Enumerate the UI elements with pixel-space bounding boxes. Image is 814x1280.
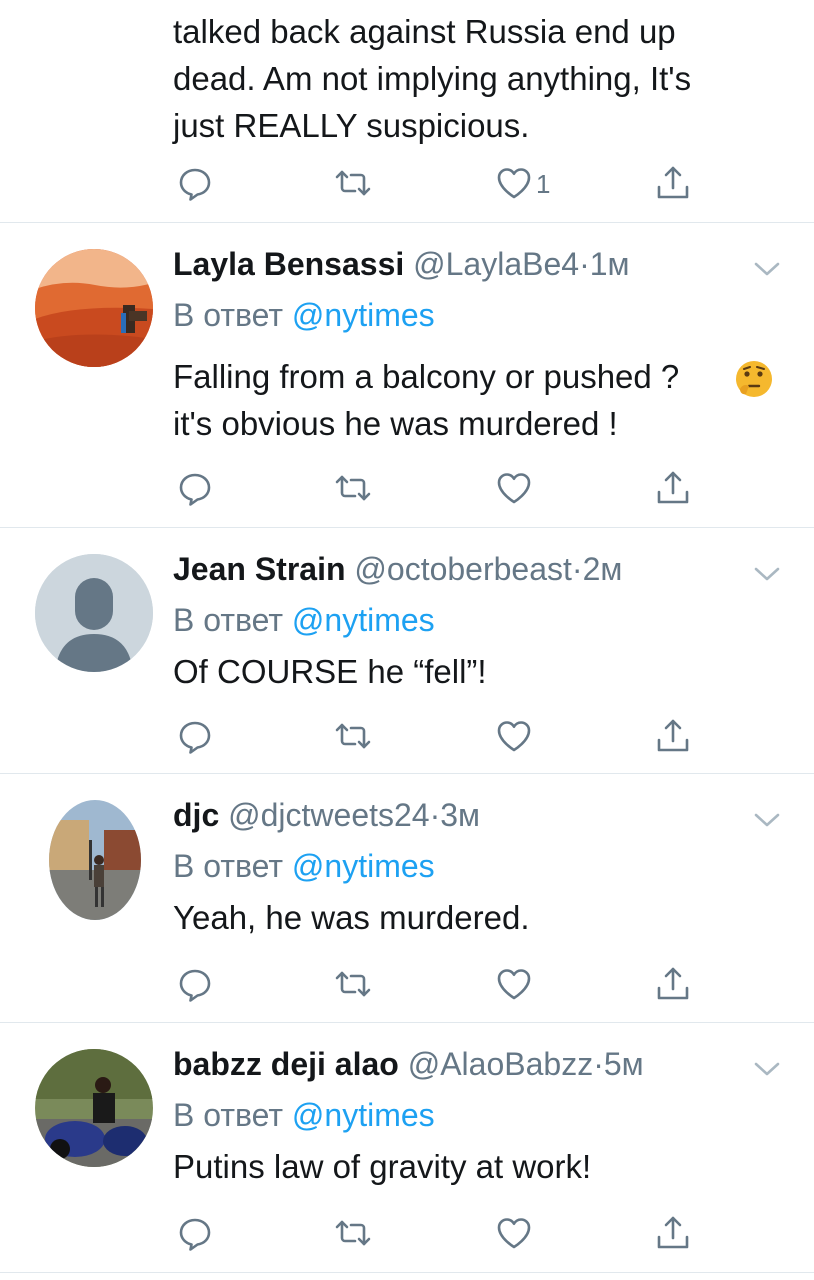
reply-icon[interactable] bbox=[175, 964, 215, 1004]
tweet-text-body: Falling from a balcony or pushed ? it's … bbox=[173, 358, 680, 442]
reply-context: В ответ @nytimes bbox=[173, 600, 435, 640]
timestamp[interactable]: 5м bbox=[604, 1046, 644, 1082]
thinking-face-emoji-icon bbox=[734, 359, 774, 399]
like-count: 1 bbox=[536, 169, 551, 199]
reply-mention-link[interactable]: @nytimes bbox=[292, 1097, 435, 1133]
tweet-text: talked back against Russia end up dead. … bbox=[173, 13, 692, 144]
author-name[interactable]: djc bbox=[173, 797, 219, 833]
author-handle[interactable]: @AlaoBabzz bbox=[408, 1046, 593, 1082]
author-name[interactable]: Layla Bensassi bbox=[173, 246, 404, 282]
tweet[interactable]: Layla Bensassi @LaylaBe4·1м В ответ @nyt… bbox=[0, 223, 814, 527]
tweet-text: Falling from a balcony or pushed ? it's … bbox=[173, 353, 783, 447]
share-icon[interactable] bbox=[653, 716, 693, 756]
reply-mention-link[interactable]: @nytimes bbox=[292, 297, 435, 333]
chevron-down-icon[interactable] bbox=[752, 259, 782, 279]
tweet-header: djc @djctweets24·3м bbox=[173, 795, 480, 835]
chevron-down-icon[interactable] bbox=[752, 1059, 782, 1079]
reply-prefix: В ответ bbox=[173, 1097, 284, 1133]
dot-separator: · bbox=[593, 1046, 604, 1082]
tweet-separator bbox=[0, 1272, 814, 1273]
like-icon[interactable] bbox=[494, 468, 534, 508]
reply-prefix: В ответ bbox=[173, 602, 284, 638]
retweet-icon[interactable] bbox=[333, 964, 373, 1004]
tweet[interactable]: talked back against Russia end up dead. … bbox=[0, 0, 814, 222]
retweet-icon[interactable] bbox=[333, 1213, 373, 1253]
dot-separator: · bbox=[571, 551, 583, 587]
chevron-down-icon[interactable] bbox=[752, 564, 782, 584]
retweet-icon[interactable] bbox=[333, 716, 373, 756]
share-icon[interactable] bbox=[653, 964, 693, 1004]
reply-context: В ответ @nytimes bbox=[173, 295, 435, 335]
reply-prefix: В ответ bbox=[173, 848, 284, 884]
reply-prefix: В ответ bbox=[173, 297, 284, 333]
share-icon[interactable] bbox=[653, 468, 693, 508]
avatar[interactable] bbox=[35, 554, 153, 672]
tweet[interactable]: djc @djctweets24·3м В ответ @nytimes Yea… bbox=[0, 774, 814, 1022]
author-handle[interactable]: @djctweets24 bbox=[228, 797, 429, 833]
like-icon[interactable] bbox=[494, 163, 534, 203]
author-handle[interactable]: @LaylaBe4 bbox=[413, 246, 579, 282]
tweet-header: Jean Strain @octoberbeast·2м bbox=[173, 549, 622, 589]
tweet-header: babzz deji alao @AlaoBabzz·5м bbox=[173, 1044, 644, 1084]
share-icon[interactable] bbox=[653, 163, 693, 203]
tweet[interactable]: Jean Strain @octoberbeast·2м В ответ @ny… bbox=[0, 528, 814, 773]
timestamp[interactable]: 3м bbox=[440, 797, 480, 833]
author-handle[interactable]: @octoberbeast bbox=[354, 551, 572, 587]
reply-icon[interactable] bbox=[175, 468, 215, 508]
tweet[interactable]: babzz deji alao @AlaoBabzz·5м В ответ @n… bbox=[0, 1023, 814, 1273]
reply-icon[interactable] bbox=[175, 1213, 215, 1253]
tweet-text: Of COURSE he “fell”! bbox=[173, 653, 487, 690]
like-icon[interactable] bbox=[494, 1213, 534, 1253]
tweet-text: Putins law of gravity at work! bbox=[173, 1148, 592, 1185]
author-name[interactable]: babzz deji alao bbox=[173, 1046, 399, 1082]
reply-mention-link[interactable]: @nytimes bbox=[292, 602, 435, 638]
retweet-icon[interactable] bbox=[333, 163, 373, 203]
share-icon[interactable] bbox=[653, 1213, 693, 1253]
reply-context: В ответ @nytimes bbox=[173, 1095, 435, 1135]
like-icon[interactable] bbox=[494, 716, 534, 756]
reply-icon[interactable] bbox=[175, 163, 215, 203]
timestamp[interactable]: 1м bbox=[590, 246, 630, 282]
avatar[interactable] bbox=[35, 249, 153, 367]
avatar[interactable] bbox=[35, 1049, 153, 1167]
reply-icon[interactable] bbox=[175, 716, 215, 756]
like-icon[interactable] bbox=[494, 964, 534, 1004]
reply-context: В ответ @nytimes bbox=[173, 846, 435, 886]
reply-mention-link[interactable]: @nytimes bbox=[292, 848, 435, 884]
dot-separator: · bbox=[429, 797, 441, 833]
dot-separator: · bbox=[579, 246, 590, 282]
author-name[interactable]: Jean Strain bbox=[173, 551, 346, 587]
retweet-icon[interactable] bbox=[333, 468, 373, 508]
timestamp[interactable]: 2м bbox=[583, 551, 623, 587]
tweet-header: Layla Bensassi @LaylaBe4·1м bbox=[173, 244, 630, 284]
tweet-text: Yeah, he was murdered. bbox=[173, 899, 530, 936]
avatar[interactable] bbox=[49, 800, 141, 920]
chevron-down-icon[interactable] bbox=[752, 810, 782, 830]
